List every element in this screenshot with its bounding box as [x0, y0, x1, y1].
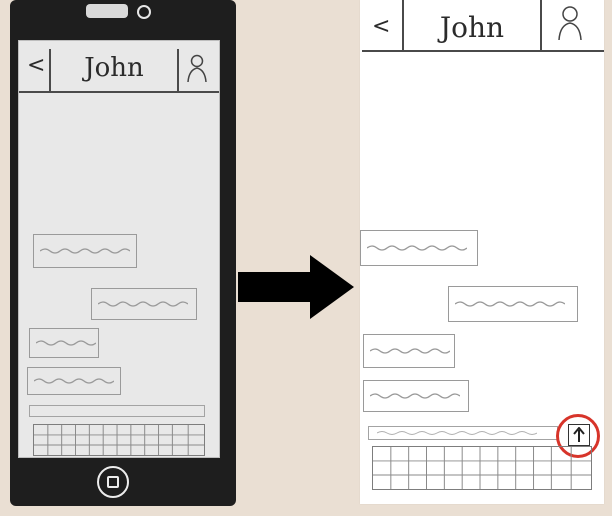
- person-icon[interactable]: [556, 4, 584, 42]
- message-bubble-outgoing: [91, 288, 197, 320]
- back-button[interactable]: <: [27, 53, 45, 79]
- right-arrow-icon: [238, 272, 312, 302]
- header-divider: [362, 50, 604, 52]
- header-divider: [19, 91, 219, 93]
- header-divider: [540, 0, 542, 50]
- message-input[interactable]: [368, 426, 558, 440]
- message-bubble-incoming: [363, 380, 469, 412]
- message-bubble-incoming: [360, 230, 478, 266]
- message-bubble-incoming: [363, 334, 455, 368]
- home-button[interactable]: [97, 466, 129, 498]
- keyboard[interactable]: [33, 424, 205, 456]
- header-divider: [402, 0, 404, 50]
- speaker-grille: [86, 4, 128, 18]
- header-divider: [177, 49, 179, 91]
- camera-icon: [137, 5, 151, 19]
- message-bubble-incoming: [29, 328, 99, 358]
- phone-screen: < John: [18, 40, 220, 458]
- header-divider: [49, 49, 51, 91]
- message-input[interactable]: [29, 405, 205, 417]
- contact-name: John: [84, 53, 144, 83]
- keyboard[interactable]: [372, 446, 592, 490]
- back-button[interactable]: <: [372, 14, 390, 40]
- right-arrow-icon: [310, 255, 354, 319]
- message-bubble-outgoing: [448, 286, 578, 322]
- person-icon[interactable]: [185, 53, 209, 83]
- contact-name: John: [439, 11, 505, 44]
- message-bubble-incoming: [33, 234, 137, 268]
- message-bubble-incoming: [27, 367, 121, 395]
